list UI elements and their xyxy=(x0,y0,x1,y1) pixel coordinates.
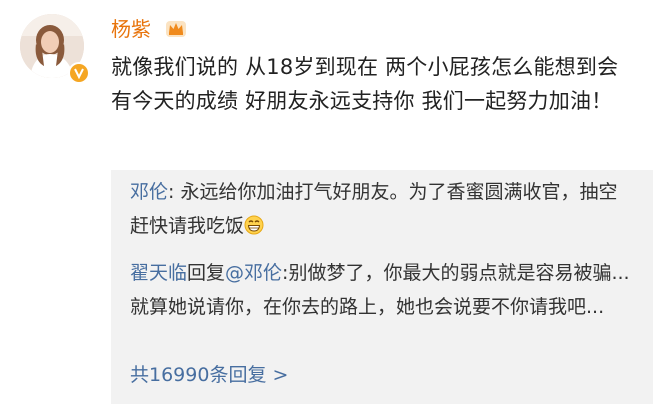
verified-v-icon xyxy=(68,62,90,84)
comments-box: 邓伦: 永远给你加油打气好朋友。为了香蜜圆满收官，抽空赶快请我吃饭 翟天临回复@… xyxy=(111,170,653,404)
mention-link[interactable]: @邓伦 xyxy=(225,262,282,284)
grin-icon xyxy=(244,212,264,235)
post-author-name[interactable]: 杨紫 xyxy=(111,16,151,42)
comment-text: 永远给你加油打气好朋友。为了香蜜圆满收官，抽空赶快请我吃饭 xyxy=(130,181,618,237)
comment-item: 邓伦: 永远给你加油打气好朋友。为了香蜜圆满收官，抽空赶快请我吃饭 xyxy=(130,175,630,243)
view-all-replies-link[interactable]: 共16990条回复 > xyxy=(130,358,288,392)
comment-separator: : xyxy=(168,181,181,203)
reply-word: 回复 xyxy=(187,262,226,284)
comment-user-link[interactable]: 邓伦 xyxy=(130,181,168,203)
comment-item: 翟天临回复@邓伦:别做梦了，你最大的弱点就是容易被骗...就算她说请你，在你去的… xyxy=(130,256,630,324)
post-text: 就像我们说的 从18岁到现在 两个小屁孩怎么能想到会有今天的成绩 好朋友永远支持… xyxy=(111,55,619,113)
crown-icon xyxy=(165,18,187,38)
comment-user-link[interactable]: 翟天临 xyxy=(130,262,187,284)
